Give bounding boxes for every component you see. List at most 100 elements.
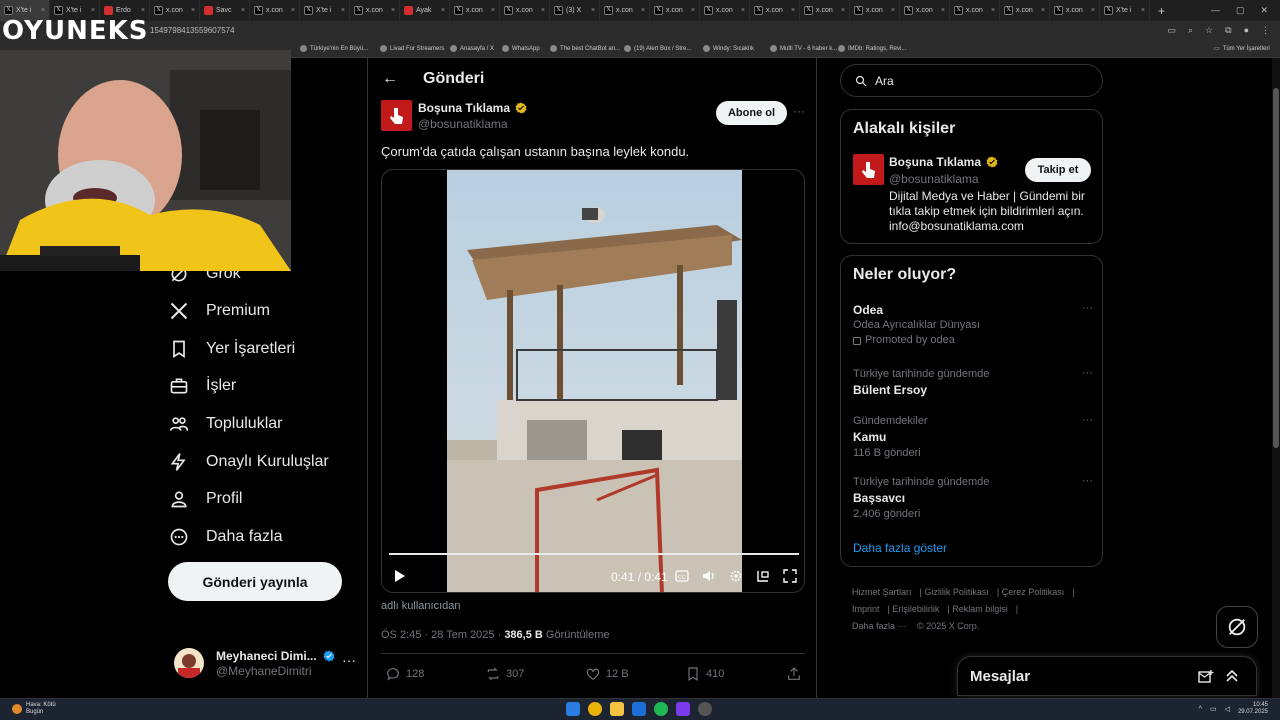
nav-item-topluluklar[interactable]: Topluluklar — [168, 409, 282, 439]
bookmark-item[interactable]: WhatsApp — [502, 45, 540, 52]
play-icon[interactable] — [392, 569, 406, 583]
file-explorer-icon[interactable] — [610, 702, 624, 716]
reply-button[interactable]: 128 — [385, 666, 424, 682]
search-box[interactable] — [840, 64, 1103, 97]
menu-icon[interactable]: ⋮ — [1261, 25, 1270, 36]
more-icon[interactable]: ··· — [342, 652, 356, 668]
close-tab-icon[interactable]: × — [1041, 7, 1045, 14]
close-tab-icon[interactable]: × — [441, 7, 445, 14]
browser-tab[interactable]: Ayak × — [400, 0, 450, 21]
close-tab-icon[interactable]: × — [291, 7, 295, 14]
close-tab-icon[interactable]: × — [491, 7, 495, 14]
browser-tab[interactable]: 𝕏x.con × — [750, 0, 800, 21]
browser-tab[interactable]: 𝕏x.con × — [600, 0, 650, 21]
browser-tab[interactable]: 𝕏x.con × — [150, 0, 200, 21]
nav-item-onaylı-kuruluşlar[interactable]: Onaylı Kuruluşlar — [168, 447, 329, 477]
browser-tab[interactable]: 𝕏x.con × — [1000, 0, 1050, 21]
bookmark-item[interactable]: IMDb: Ratings, Revi... — [838, 45, 906, 52]
close-tab-icon[interactable]: × — [141, 7, 145, 14]
video-player[interactable]: 0:41 / 0:41 CC — [381, 169, 805, 593]
trend-item[interactable]: Gündemdekiler Kamu 116 B gönderi ··· — [853, 414, 1093, 461]
nav-item-yer-i-şaretleri[interactable]: Yer İşaretleri — [168, 334, 295, 364]
browser-tab[interactable]: 𝕏x.con × — [350, 0, 400, 21]
close-tab-icon[interactable]: × — [541, 7, 545, 14]
more-icon[interactable]: ··· — [1082, 475, 1093, 487]
tray-chevron-icon[interactable]: ^ — [1199, 706, 1202, 713]
browser-tab[interactable]: Savc × — [200, 0, 250, 21]
new-tab-icon[interactable]: + — [1150, 4, 1173, 18]
extensions-icon[interactable]: ⧉ — [1225, 25, 1231, 36]
bookmark-button[interactable]: 410 — [685, 666, 724, 682]
close-tab-icon[interactable]: × — [91, 7, 95, 14]
browser-tab[interactable]: 𝕏x.con × — [900, 0, 950, 21]
browser-tab[interactable]: 𝕏x.con × — [650, 0, 700, 21]
like-button[interactable]: 12 B — [585, 666, 629, 682]
footer-link[interactable]: Reklam bilgisi — [952, 604, 1008, 614]
bookmark-item[interactable]: Türkiye'nin En Büyü... — [300, 45, 368, 52]
close-tab-icon[interactable]: × — [791, 7, 795, 14]
account-switcher[interactable]: Meyhaneci Dimi... @MeyhaneDimitri ··· — [174, 644, 356, 682]
nav-item-i-şler[interactable]: İşler — [168, 371, 236, 401]
bookmark-item[interactable]: Windy: Sıcaklık — [703, 45, 754, 52]
speaker-icon[interactable]: ◁ — [1225, 705, 1230, 713]
browser-tab[interactable]: 𝕏x.con × — [500, 0, 550, 21]
search-input[interactable] — [875, 73, 1075, 88]
minimize-icon[interactable]: — — [1211, 5, 1220, 16]
trend-item[interactable]: Türkiye tarihinde gündemde Bülent Ersoy … — [853, 367, 1093, 398]
relevant-person-handle[interactable]: @bosunatiklama — [889, 172, 979, 186]
browser-tab[interactable]: 𝕏 X'te i × — [1100, 0, 1150, 21]
profile-icon[interactable]: ● — [1244, 25, 1249, 36]
trend-item[interactable]: Odea Odea Ayrıcalıklar Dünyası Promoted … — [853, 302, 1093, 348]
close-tab-icon[interactable]: × — [691, 7, 695, 14]
weather-widget[interactable]: Hava: Kötü Bugün — [12, 702, 56, 716]
more-icon[interactable]: ··· — [1082, 367, 1093, 379]
close-tab-icon[interactable]: × — [991, 7, 995, 14]
bookmark-item[interactable]: Livad For Streamers — [380, 45, 444, 52]
spotify-icon[interactable] — [654, 702, 668, 716]
more-icon[interactable]: ··· — [1082, 414, 1093, 426]
close-tab-icon[interactable]: × — [741, 7, 745, 14]
close-tab-icon[interactable]: × — [341, 7, 345, 14]
post-timestamp[interactable]: ÖS 2:45 · 28 Tem 2025 · — [381, 629, 504, 641]
scrollbar-thumb[interactable] — [1273, 88, 1279, 448]
close-tab-icon[interactable]: × — [641, 7, 645, 14]
nav-item-profil[interactable]: Profil — [168, 484, 242, 514]
author-handle[interactable]: @bosunatiklama — [418, 117, 508, 131]
browser-tab[interactable]: 𝕏 (3) X × — [550, 0, 600, 21]
nav-item-daha-fazla[interactable]: Daha fazla — [168, 522, 283, 552]
footer-link[interactable]: Erişilebilirlik — [892, 604, 939, 614]
footer-link[interactable]: Imprint — [852, 604, 880, 614]
bookmark-item[interactable]: (19) Alert Box / Stre... — [624, 45, 691, 52]
relevant-person-name[interactable]: Boşuna Tıklama — [889, 155, 981, 169]
follow-button[interactable]: Takip et — [1025, 158, 1091, 182]
author-avatar[interactable] — [853, 154, 884, 185]
close-tab-icon[interactable]: × — [891, 7, 895, 14]
more-icon[interactable]: ··· — [1082, 302, 1093, 314]
post-button[interactable]: Gönderi yayınla — [168, 562, 342, 601]
cast-icon[interactable]: ▭ — [1167, 25, 1176, 36]
close-tab-icon[interactable]: × — [41, 7, 45, 14]
system-clock[interactable]: 10:45 29.07.2025 — [1238, 702, 1268, 716]
all-bookmarks-folder[interactable]: ▭ Tüm Yer İşaretleri — [1214, 45, 1270, 53]
footer-link[interactable]: Hizmet Şartları — [852, 587, 912, 597]
page-scrollbar[interactable] — [1272, 58, 1280, 698]
browser-tab[interactable]: 𝕏x.con × — [450, 0, 500, 21]
author-avatar[interactable] — [381, 100, 412, 131]
close-tab-icon[interactable]: × — [941, 7, 945, 14]
bookmark-item[interactable]: Anasayfa / X — [450, 45, 494, 52]
more-icon[interactable]: ··· — [793, 104, 805, 118]
close-window-icon[interactable]: ✕ — [1260, 5, 1268, 16]
captions-icon[interactable]: CC — [675, 569, 689, 583]
chevron-up-icon[interactable] — [1224, 668, 1240, 684]
footer-link[interactable]: Gizlilik Politikası — [924, 587, 989, 597]
browser-tab[interactable]: 𝕏x.con × — [1050, 0, 1100, 21]
pip-icon[interactable] — [756, 569, 770, 583]
show-more-link[interactable]: Daha fazla göster — [853, 541, 947, 555]
zoom-icon[interactable]: ⌕ — [1188, 25, 1193, 36]
windows-start-icon[interactable] — [566, 702, 580, 716]
subscribe-button[interactable]: Abone ol — [716, 101, 787, 125]
footer-link[interactable]: Çerez Politikası — [1002, 587, 1065, 597]
star-icon[interactable]: ☆ — [1205, 25, 1213, 36]
browser-tab[interactable]: 𝕏x.con × — [250, 0, 300, 21]
close-tab-icon[interactable]: × — [1141, 7, 1145, 14]
